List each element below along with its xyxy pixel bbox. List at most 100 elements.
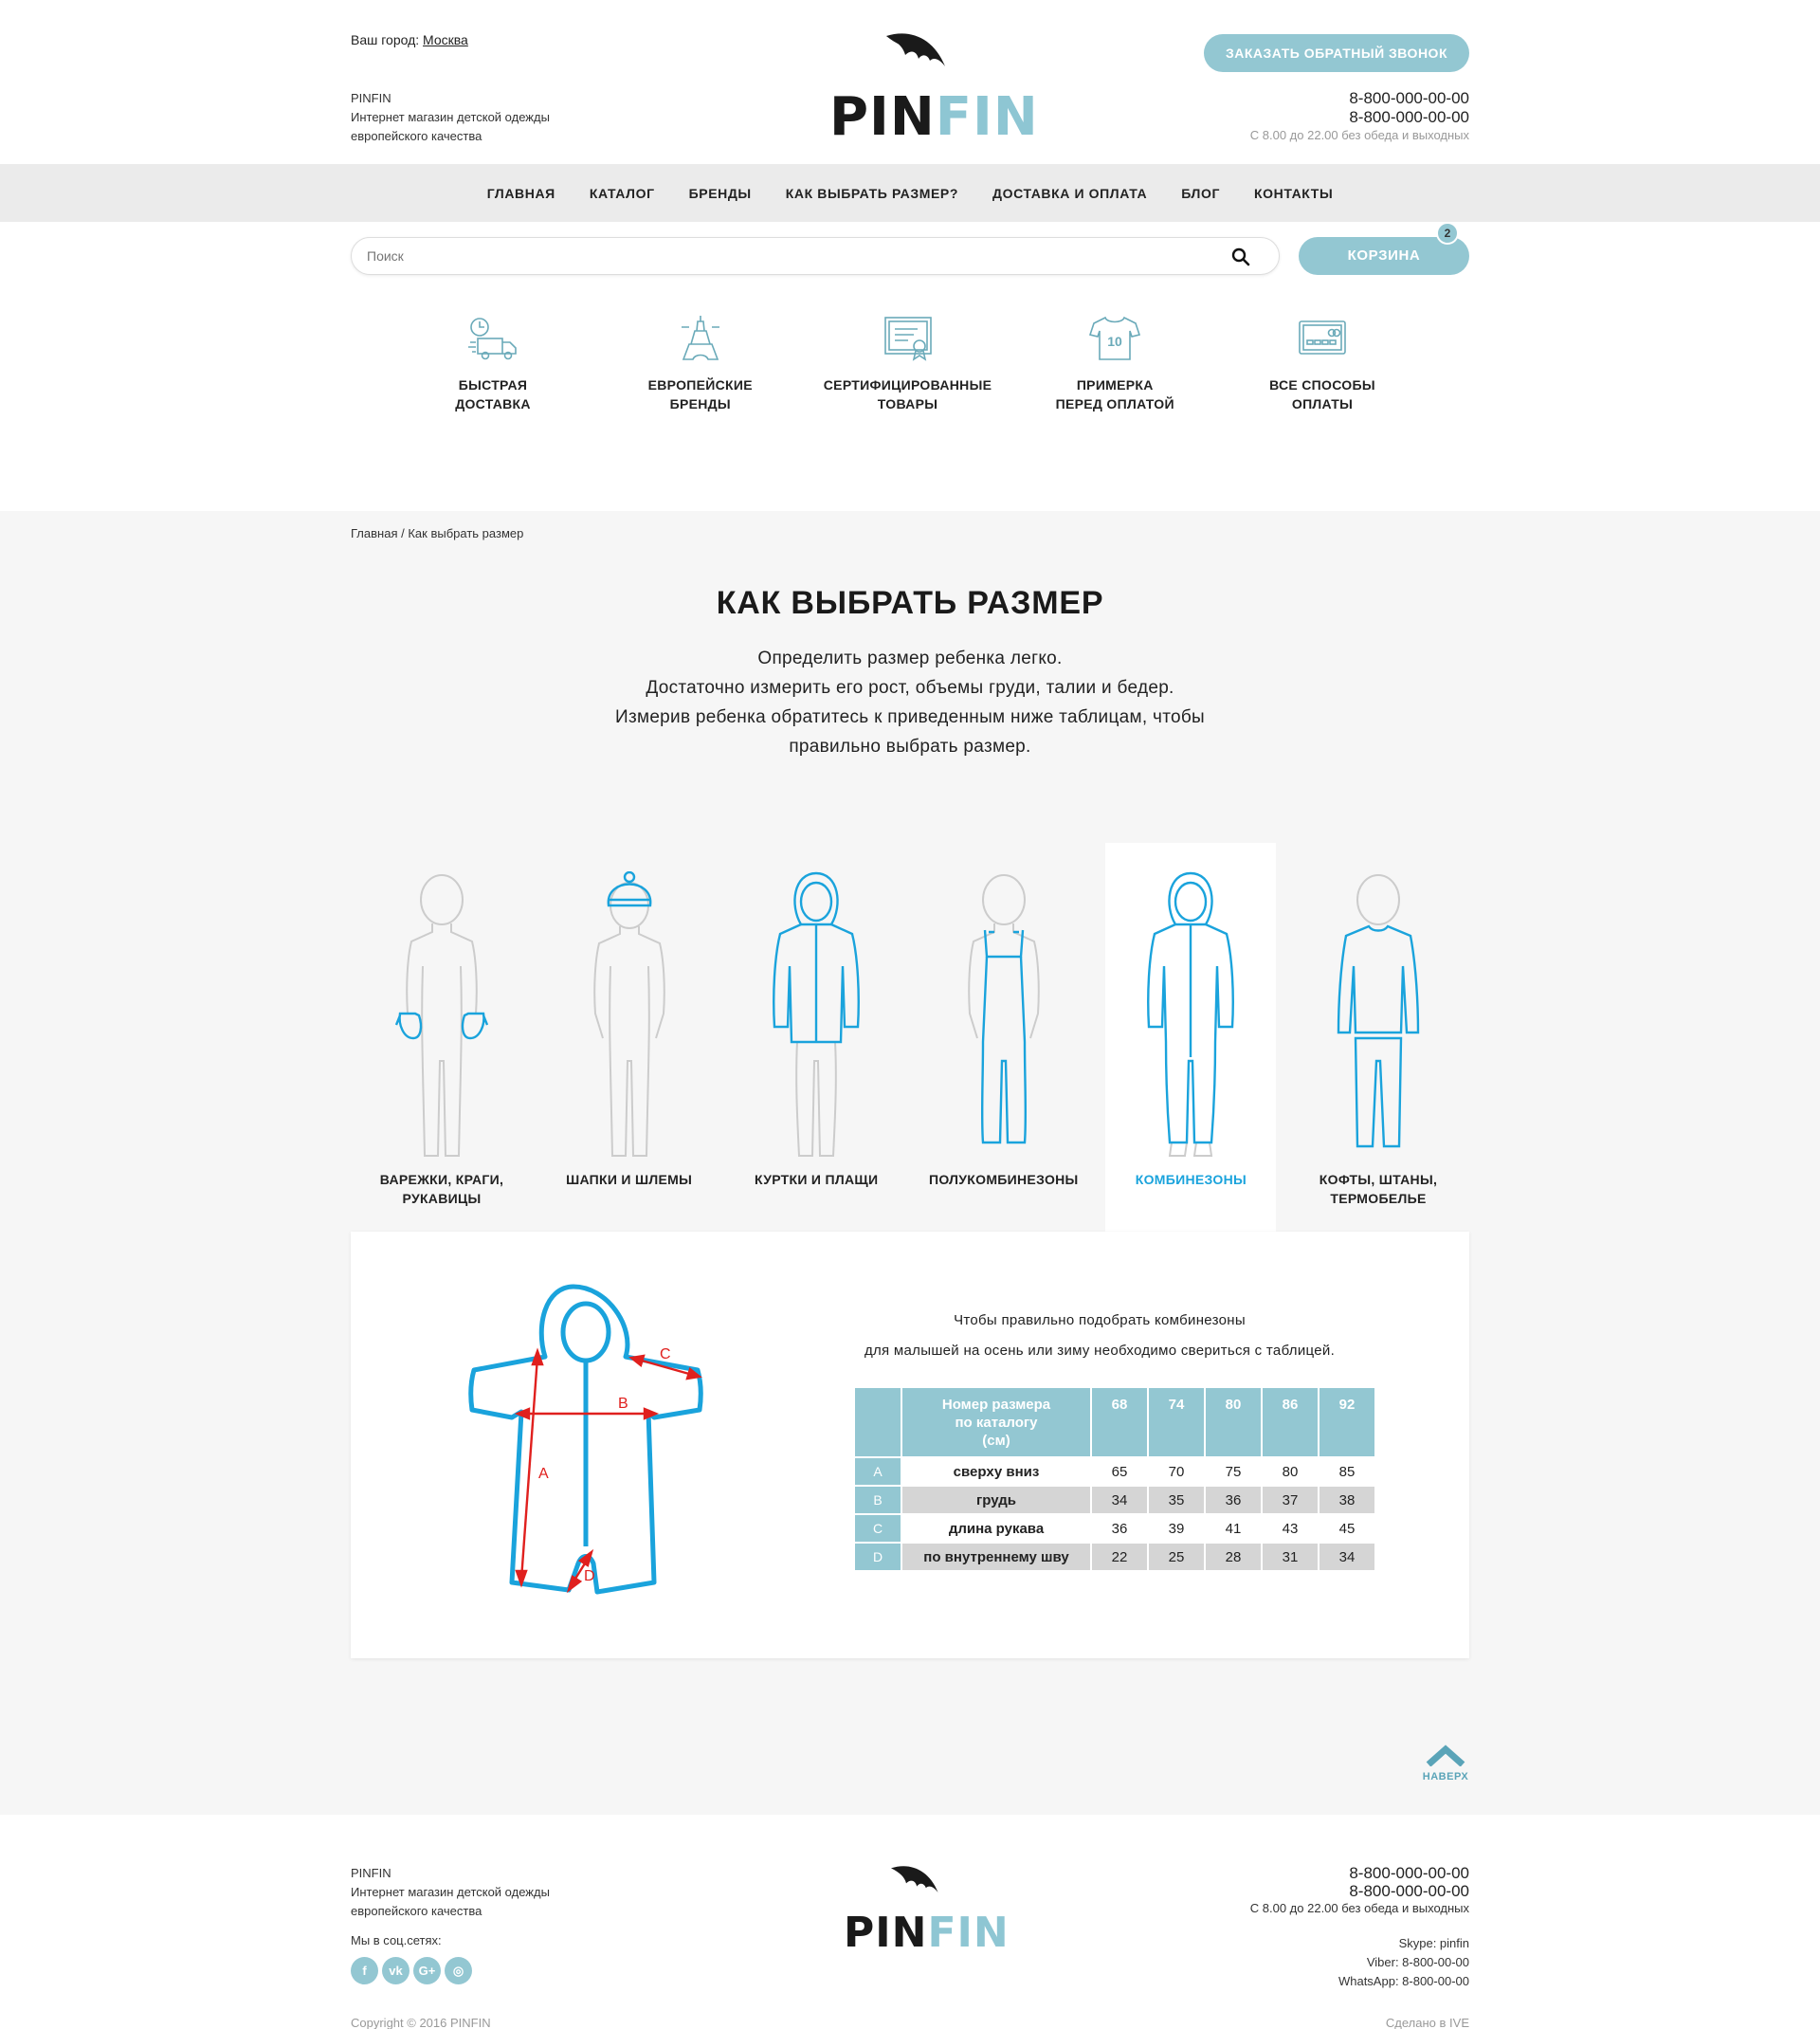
footer-messengers: Skype: pinfin Viber: 8-800-00-00 WhatsAp… (1338, 1936, 1469, 1988)
feature-label: ВСЕ СПОСОБЫ ОПЛАТЫ (1269, 377, 1375, 411)
category-label: ШАПКИ И ШЛЕМЫ (566, 1172, 693, 1187)
logo-wordmark: PINFIN (844, 1909, 1010, 1957)
nav-item-home[interactable]: ГЛАВНАЯ (487, 186, 555, 201)
site-header: Ваш город: Москва PINFIN Интернет магази… (351, 0, 1469, 164)
back-to-top-label: НАВЕРХ (1422, 1771, 1469, 1782)
diagram-label-c: C (660, 1346, 671, 1362)
brand-info: PINFIN Интернет магазин детской одежды е… (351, 89, 550, 146)
brand-name: PINFIN (351, 91, 391, 105)
logo-wordmark: PINFIN (829, 86, 1039, 148)
credit-card-icon (1299, 320, 1346, 355)
table-row: C длина рукава 36 39 41 43 45 (855, 1515, 1374, 1542)
nav-item-contacts[interactable]: КОНТАКТЫ (1254, 186, 1333, 201)
table-header-size: 68 (1092, 1388, 1147, 1456)
work-hours: С 8.00 до 22.00 без обеда и выходных (1249, 128, 1469, 142)
child-overalls-icon (1147, 871, 1235, 1157)
category-tab-jackets[interactable]: КУРТКИ И ПЛАЩИ (731, 843, 901, 1232)
table-row: B грудь 34 35 36 37 38 (855, 1487, 1374, 1513)
table-row: A сверху вниз 65 70 75 80 85 (855, 1458, 1374, 1485)
svg-text:10: 10 (1107, 334, 1122, 349)
page-title: КАК ВЫБРАТЬ РАЗМЕР (716, 585, 1104, 621)
feature-label: ПРИМЕРКА ПЕРЕД ОПЛАТОЙ (1055, 377, 1174, 411)
city-label: Ваш город: (351, 32, 420, 47)
category-tab-hats[interactable]: ШАПКИ И ШЛЕМЫ (544, 843, 715, 1232)
feature-item: БЫСТРАЯ ДОСТАВКА (398, 293, 588, 511)
category-tab-overalls[interactable]: КОМБИНЕЗОНЫ (1105, 843, 1277, 1232)
child-bib-overalls-icon (968, 874, 1040, 1144)
search-row: КОРЗИНА 2 (351, 222, 1469, 293)
category-label: ПОЛУКОМБИНЕЗОНЫ (928, 1172, 1079, 1187)
main-section: Главная / Как выбрать размер КАК ВЫБРАТЬ… (0, 511, 1820, 1815)
callback-button[interactable]: ЗАКАЗАТЬ ОБРАТНЫЙ ЗВОНОК (1204, 34, 1469, 72)
tshirt-icon: 10 (1089, 316, 1141, 360)
social-links: f vk G+ ◎ (351, 1957, 472, 1984)
size-chart-intro: Чтобы правильно подобрать комбинезоны дл… (864, 1312, 1336, 1359)
table-header-label: Номер размера по каталогу (см) (902, 1388, 1090, 1456)
search-icon[interactable] (1231, 247, 1250, 266)
category-tab-bib-overalls[interactable]: ПОЛУКОМБИНЕЗОНЫ (919, 843, 1089, 1232)
category-label: ВАРЕЖКИ, КРАГИ, РУКАВИЦЫ (379, 1172, 504, 1206)
certificate-icon (883, 317, 932, 361)
breadcrumb: Главная / Как выбрать размер (351, 526, 523, 540)
cart-count-badge: 2 (1436, 222, 1459, 245)
category-label: КОМБИНЕЗОНЫ (1135, 1172, 1247, 1187)
nav-item-brands[interactable]: БРЕНДЫ (689, 186, 752, 201)
feature-label: СЕРТИФИЦИРОВАННЫЕ ТОВАРЫ (823, 377, 992, 411)
feature-item: ЕВРОПЕЙСКИЕ БРЕНДЫ (606, 293, 795, 511)
breadcrumb-home[interactable]: Главная (351, 526, 397, 540)
footer-phones: 8-800-000-00-00 8-800-000-00-00 С 8.00 д… (1249, 1864, 1469, 1915)
breadcrumb-separator: / (401, 526, 405, 540)
google-plus-icon[interactable]: G+ (413, 1957, 441, 1984)
city-link[interactable]: Москва (423, 32, 468, 47)
search-box (351, 237, 1280, 275)
vk-icon[interactable]: vk (382, 1957, 410, 1984)
made-by-link[interactable]: Сделано в IVE (1386, 2016, 1469, 2029)
page-intro: Определить размер ребенка легко. Достато… (614, 649, 1206, 757)
category-tab-mittens[interactable]: ВАРЕЖКИ, КРАГИ, РУКАВИЦЫ (356, 843, 527, 1232)
delivery-truck-icon (468, 318, 517, 360)
footer-logo[interactable]: PINFIN (844, 1862, 1010, 1957)
brand-tagline: Интернет магазин детской одежды (351, 110, 550, 124)
child-thermal-icon (1337, 874, 1420, 1148)
child-jacket-icon (773, 871, 861, 1157)
category-tabs: ВАРЕЖКИ, КРАГИ, РУКАВИЦЫ ШАПКИ И ШЛЕМЫ КУ… (351, 843, 1469, 1232)
child-hat-icon (592, 871, 665, 1157)
category-tab-thermal[interactable]: КОФТЫ, ШТАНЫ, ТЕРМОБЕЛЬЕ (1293, 843, 1464, 1232)
instagram-icon[interactable]: ◎ (445, 1957, 472, 1984)
main-nav: ГЛАВНАЯ КАТАЛОГ БРЕНДЫ КАК ВЫБРАТЬ РАЗМЕ… (0, 164, 1820, 222)
table-row: D по внутреннему шву 22 25 28 31 34 (855, 1544, 1374, 1570)
phone-number[interactable]: 8-800-000-00-00 (1250, 108, 1469, 127)
copyright: Copyright © 2016 PINFIN (351, 2016, 491, 2029)
cart-label: КОРЗИНА (1347, 247, 1421, 264)
penguin-wing-icon (891, 1866, 938, 1892)
social-label: Мы в соц.сетях: (351, 1933, 442, 1947)
search-input[interactable] (367, 238, 1220, 274)
table-header-row: Номер размера по каталогу (см) 68 74 80 86… (855, 1388, 1374, 1456)
back-to-top-button[interactable]: НАВЕРХ (1422, 1742, 1469, 1782)
diagram-label-d: D (584, 1568, 595, 1584)
footer-brand-info: PINFIN Интернет магазин детской одежды е… (351, 1866, 550, 1918)
phone-number[interactable]: 8-800-000-00-00 (1250, 89, 1469, 108)
site-logo[interactable]: PINFIN (829, 28, 1039, 148)
breadcrumb-current: Как выбрать размер (408, 526, 524, 540)
nav-item-size-guide[interactable]: КАК ВЫБРАТЬ РАЗМЕР? (786, 186, 958, 201)
chevron-up-icon (1426, 1745, 1465, 1767)
feature-item: 10 ПРИМЕРКА ПЕРЕД ОПЛАТОЙ (1020, 293, 1210, 511)
size-table: Номер размера по каталогу (см) 68 74 80 86… (853, 1386, 1376, 1572)
nav-item-delivery[interactable]: ДОСТАВКА И ОПЛАТА (992, 186, 1147, 201)
header-phones: 8-800-000-00-00 8-800-000-00-00 С 8.00 д… (1250, 89, 1469, 143)
features-bar: БЫСТРАЯ ДОСТАВКА ЕВРОПЕЙСКИЕ БРЕНДЫ СЕРТИФ… (351, 293, 1469, 511)
site-footer: PINFIN Интернет магазин детской одежды е… (351, 1815, 1469, 2029)
facebook-icon[interactable]: f (351, 1957, 378, 1984)
child-mittens-icon (394, 874, 489, 1157)
size-chart-panel: A B C D Чтобы правильно подобрать комбин… (351, 1232, 1469, 1658)
nav-item-catalog[interactable]: КАТАЛОГ (590, 186, 655, 201)
nav-item-blog[interactable]: БЛОГ (1181, 186, 1220, 201)
eiffel-tower-icon (681, 316, 719, 360)
diagram-label-b: B (618, 1396, 628, 1412)
feature-label: БЫСТРАЯ ДОСТАВКА (455, 377, 531, 411)
brand-tagline: европейского качества (351, 129, 482, 143)
table-header-size: 80 (1206, 1388, 1261, 1456)
table-header-size: 86 (1263, 1388, 1318, 1456)
table-header-size: 92 (1320, 1388, 1374, 1456)
